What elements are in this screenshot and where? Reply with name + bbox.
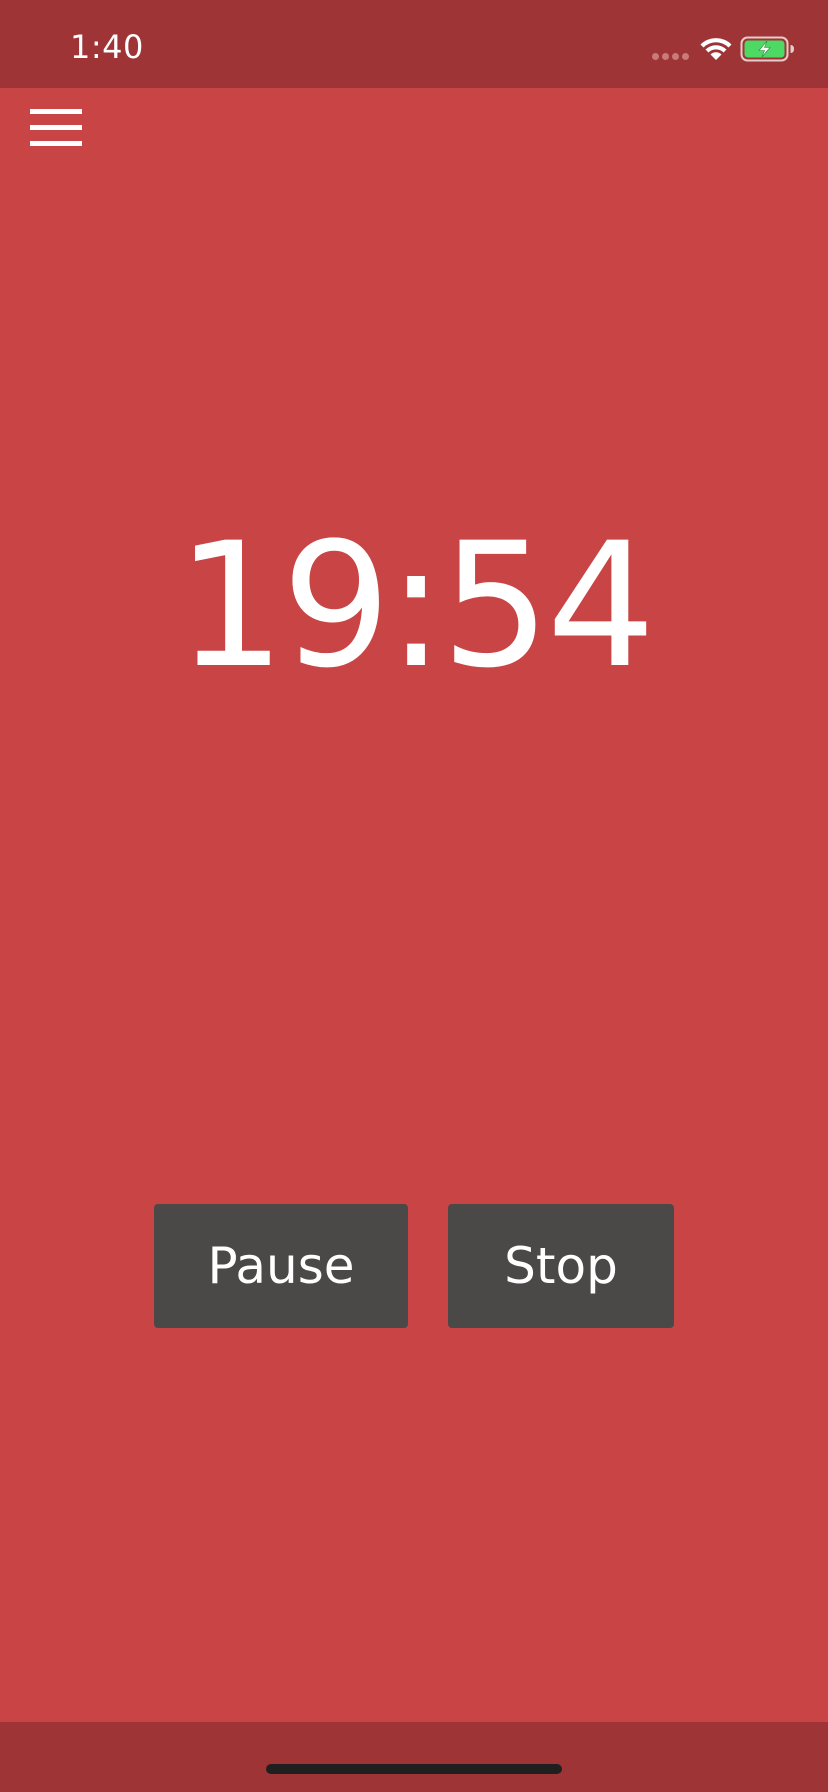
hamburger-menu-icon[interactable] [30,108,82,148]
status-time: 1:40 [70,28,144,66]
home-indicator[interactable] [266,1764,562,1774]
pause-button[interactable]: Pause [154,1204,408,1328]
wifi-icon [700,38,732,60]
status-bar: 1:40 [0,0,828,88]
home-indicator-area [0,1722,828,1792]
stop-button[interactable]: Stop [448,1204,674,1328]
cellular-signal-icon [652,53,689,60]
timer-display: 19:54 [176,505,656,706]
battery-charging-icon [740,36,794,62]
